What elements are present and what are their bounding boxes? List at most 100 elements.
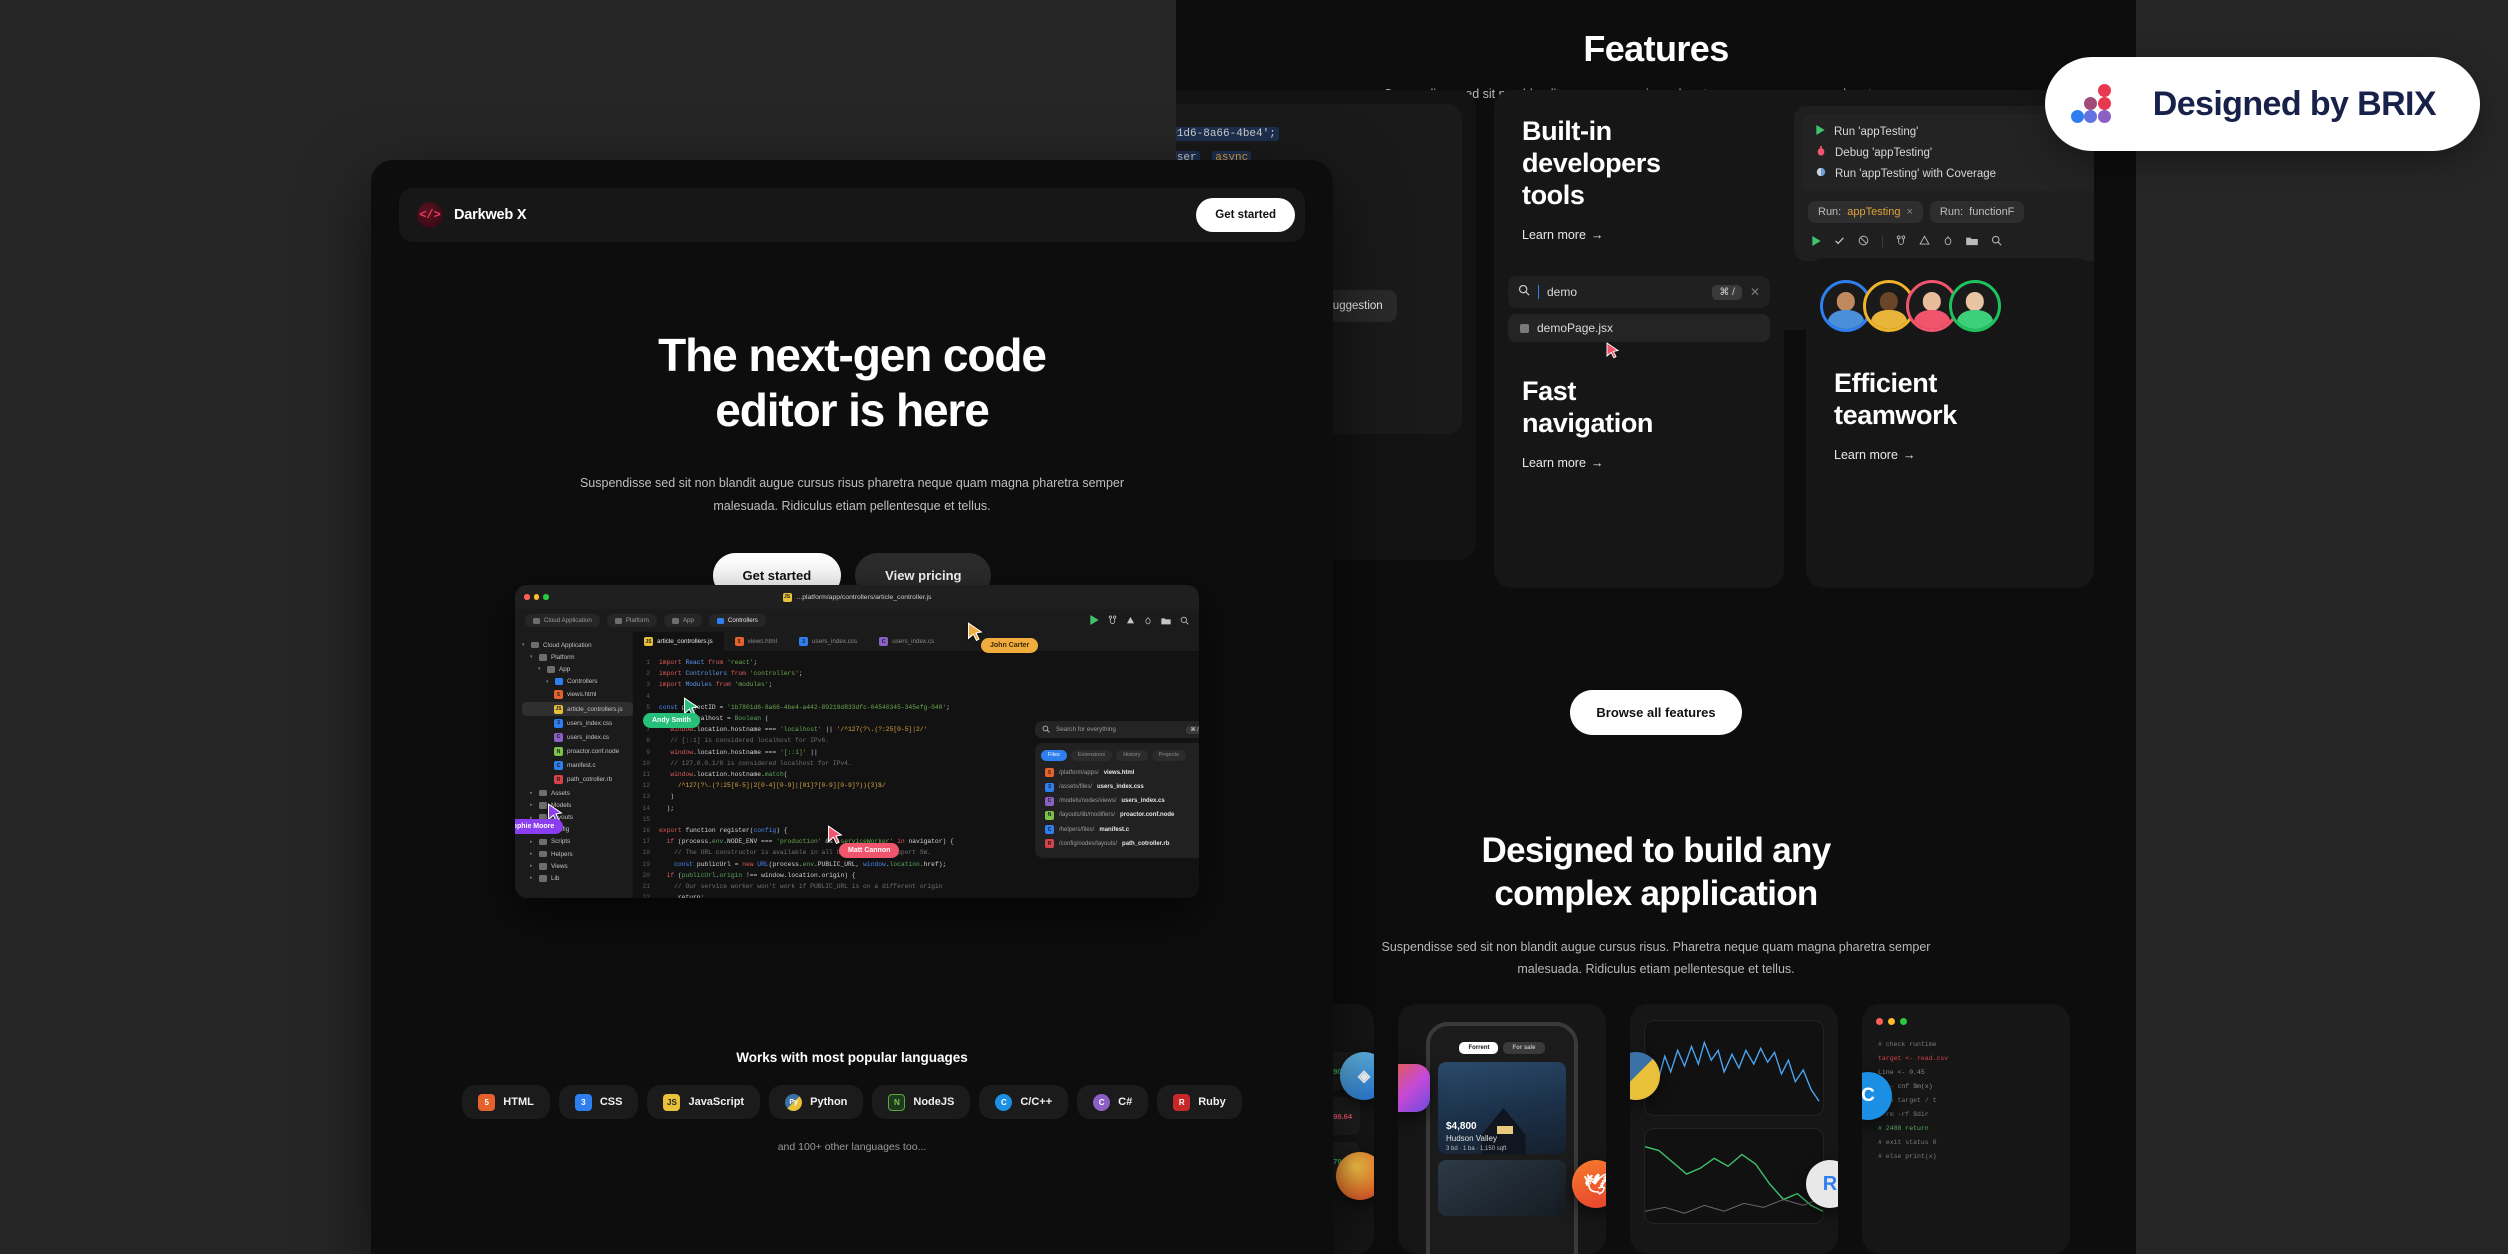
tree-node-users-index-css[interactable]: 3 users_index.css [522, 716, 633, 730]
browse-all-features-button[interactable]: Browse all features [1570, 690, 1742, 735]
tree-node-helpers[interactable]: ▸ Helpers [522, 848, 633, 860]
folder-icon[interactable] [1966, 233, 1978, 251]
tree-node-platform[interactable]: ▾ Platform [522, 651, 633, 663]
code-text: const projectID = '1b7801d6-8a66-4be4-a4… [659, 703, 950, 711]
tree-node-models[interactable]: ▸ Models [522, 799, 633, 811]
tree-node-article-controllers-js[interactable]: JS article_controllers.js [522, 701, 633, 717]
tree-node-app[interactable]: ▾ App [522, 663, 633, 675]
search-result-row[interactable]: N/layouts/lib/modifiers/proactor.conf.no… [1041, 808, 1199, 822]
folder-icon[interactable] [1161, 612, 1171, 630]
tree-node-proactor-conf-node[interactable]: Nproactor.conf.node [522, 745, 633, 759]
breadcrumb-cloud-application[interactable]: Cloud Application [525, 614, 600, 627]
collaborator-cursor-john-carter: John Carter [967, 622, 1039, 653]
global-search-overlay[interactable]: Search for everything ⌘ / ✕ Files Extens… [1035, 721, 1199, 858]
check-icon[interactable] [1834, 233, 1845, 251]
language-chip-cpp[interactable]: C C/C++ [979, 1085, 1069, 1119]
language-chip-javascript[interactable]: JS JavaScript [647, 1085, 761, 1119]
tree-node-controllers[interactable]: ▾ Controllers [522, 676, 633, 688]
search-result-row[interactable]: C/helpers/files/manifest.c [1041, 823, 1199, 837]
learn-more-tools[interactable]: Learn more → [1522, 228, 1603, 242]
mouse-cursor-red [1606, 342, 1620, 365]
search-result-row[interactable]: 3/assets/files/users_index.css [1041, 780, 1199, 794]
cs-file-icon: C [1045, 796, 1054, 806]
code-text: return; [677, 894, 705, 898]
run-config-tab-functionf[interactable]: Run: functionF [1929, 201, 2025, 223]
pill-forrent[interactable]: Forrent [1459, 1042, 1499, 1054]
feature-card-fast-navigation[interactable]: demo ⌘ / ✕ demoPage.jsx Fast navigation [1494, 258, 1784, 588]
language-chip-css[interactable]: 3 CSS [558, 1085, 639, 1119]
warning-icon[interactable] [1126, 612, 1135, 630]
search-result-row[interactable]: R/config/nodes/layouts/path_cotroller.rb [1041, 837, 1199, 851]
learn-more-teamwork[interactable]: Learn more → [1834, 448, 1915, 462]
branch-icon[interactable] [1896, 233, 1906, 251]
bug-icon[interactable] [1144, 612, 1152, 630]
language-label: C/C++ [1020, 1096, 1053, 1108]
quick-search-widget[interactable]: demo ⌘ / ✕ demoPage.jsx [1508, 276, 1770, 342]
tree-node-path-cotroller-rb[interactable]: Rpath_cotroller.rb [522, 773, 633, 787]
code-line: q <- cnf $m(x) [1878, 1083, 1933, 1090]
search-result-row[interactable]: 5/platform/apps/views.html [1041, 766, 1199, 780]
hero-body: The next-gen code editor is here Suspend… [371, 242, 1333, 599]
run-icon[interactable] [1812, 233, 1821, 251]
language-chip-ruby[interactable]: R Ruby [1157, 1085, 1242, 1119]
tab-article-controllers-js[interactable]: JS article_controllers.js [633, 632, 724, 651]
tree-node-assets[interactable]: ▸ Assets [522, 787, 633, 799]
pill-forsale[interactable]: For sale [1503, 1042, 1545, 1054]
designed-by-brix-badge[interactable]: Designed by BRIX [2044, 57, 2480, 151]
close-icon[interactable]: ✕ [1750, 285, 1760, 299]
tree-node-views-html[interactable]: 5 views.html [522, 688, 633, 702]
warning-icon[interactable] [1919, 233, 1930, 251]
feature-card-efficient-teamwork[interactable]: Efficient teamwork Learn more → [1806, 258, 2094, 588]
run-toolbar [1802, 229, 2094, 253]
tree-node-users-index-cs[interactable]: Cusers_index.cs [522, 730, 633, 744]
run-option-debug[interactable]: Debug 'appTesting' [1806, 142, 2094, 163]
search-tab-files[interactable]: Files [1041, 750, 1067, 761]
quick-search-bar[interactable]: demo ⌘ / ✕ [1508, 276, 1770, 308]
run-configuration-panel[interactable]: Run 'appTesting' Debug 'appTesting' Run … [1794, 106, 2094, 261]
kotlin-icon [1398, 1064, 1430, 1112]
language-chip-csharp[interactable]: C C# [1077, 1085, 1149, 1119]
close-icon[interactable]: × [1906, 206, 1912, 218]
breadcrumb-app[interactable]: App [663, 614, 702, 627]
breadcrumb-platform[interactable]: Platform [606, 614, 657, 627]
search-result-dir: /platform/apps/ [1059, 769, 1099, 776]
run-config-tab-apptesting[interactable]: Run: appTesting × [1808, 201, 1923, 223]
tree-node-cloud-application[interactable]: ▾ Cloud Application [522, 639, 633, 651]
search-tab-extensions[interactable]: Extensions [1070, 750, 1113, 761]
stop-icon[interactable] [1858, 233, 1869, 251]
language-chip-python[interactable]: Py Python [769, 1085, 864, 1119]
bug-icon[interactable] [1943, 233, 1953, 251]
tab-users-index-cs[interactable]: Cusers_index.cs [868, 632, 945, 651]
quick-search-result[interactable]: demoPage.jsx [1508, 314, 1770, 342]
tree-node-views[interactable]: ▸ Views [522, 860, 633, 872]
quick-search-value: demo [1547, 285, 1578, 299]
breadcrumb-controllers[interactable]: Controllers [708, 614, 766, 627]
global-search-bar[interactable]: Search for everything ⌘ / ✕ [1035, 721, 1199, 738]
brand[interactable]: </> Darkweb X [417, 202, 527, 228]
search-tab-history[interactable]: History [1116, 750, 1148, 761]
tab-users-index-css[interactable]: 3 users_index.css [788, 632, 868, 651]
tree-node-scripts[interactable]: ▸ Scripts [522, 836, 633, 848]
nav-get-started-button[interactable]: Get started [1196, 198, 1295, 232]
line-number: 22 [642, 894, 650, 898]
run-icon[interactable] [1090, 612, 1099, 630]
branch-icon[interactable] [1108, 612, 1117, 630]
search-result-row[interactable]: C/models/nodes/views/users_index.cs [1041, 794, 1199, 808]
line-number: 9 [646, 748, 650, 756]
hero-title: The next-gen code editor is here [371, 328, 1333, 438]
showcase-card-code[interactable]: # check runtime target <- read.csv Line … [1862, 1004, 2070, 1254]
tree-label: Helpers [551, 850, 573, 858]
search-tab-projects[interactable]: Projects [1151, 750, 1186, 761]
language-chip-html[interactable]: 5 HTML [462, 1085, 550, 1119]
bug-icon [1816, 146, 1826, 159]
showcase-card-realestate[interactable]: Forrent For sale $4,800 Hudson Valley 3 … [1398, 1004, 1606, 1254]
tree-node-lib[interactable]: ▸ Lib [522, 872, 633, 884]
tab-views-html[interactable]: 5 views.html [724, 632, 788, 651]
search-icon[interactable] [1991, 233, 2002, 251]
search-icon[interactable] [1180, 612, 1189, 630]
run-option-coverage[interactable]: Run 'appTesting' with Coverage [1806, 163, 2094, 184]
tree-node-manifest-c[interactable]: Cmanifest.c [522, 759, 633, 773]
language-chip-nodejs[interactable]: N NodeJS [872, 1085, 971, 1119]
learn-more-fast-navigation[interactable]: Learn more → [1522, 456, 1603, 470]
showcase-card-charts[interactable]: R [1630, 1004, 1838, 1254]
